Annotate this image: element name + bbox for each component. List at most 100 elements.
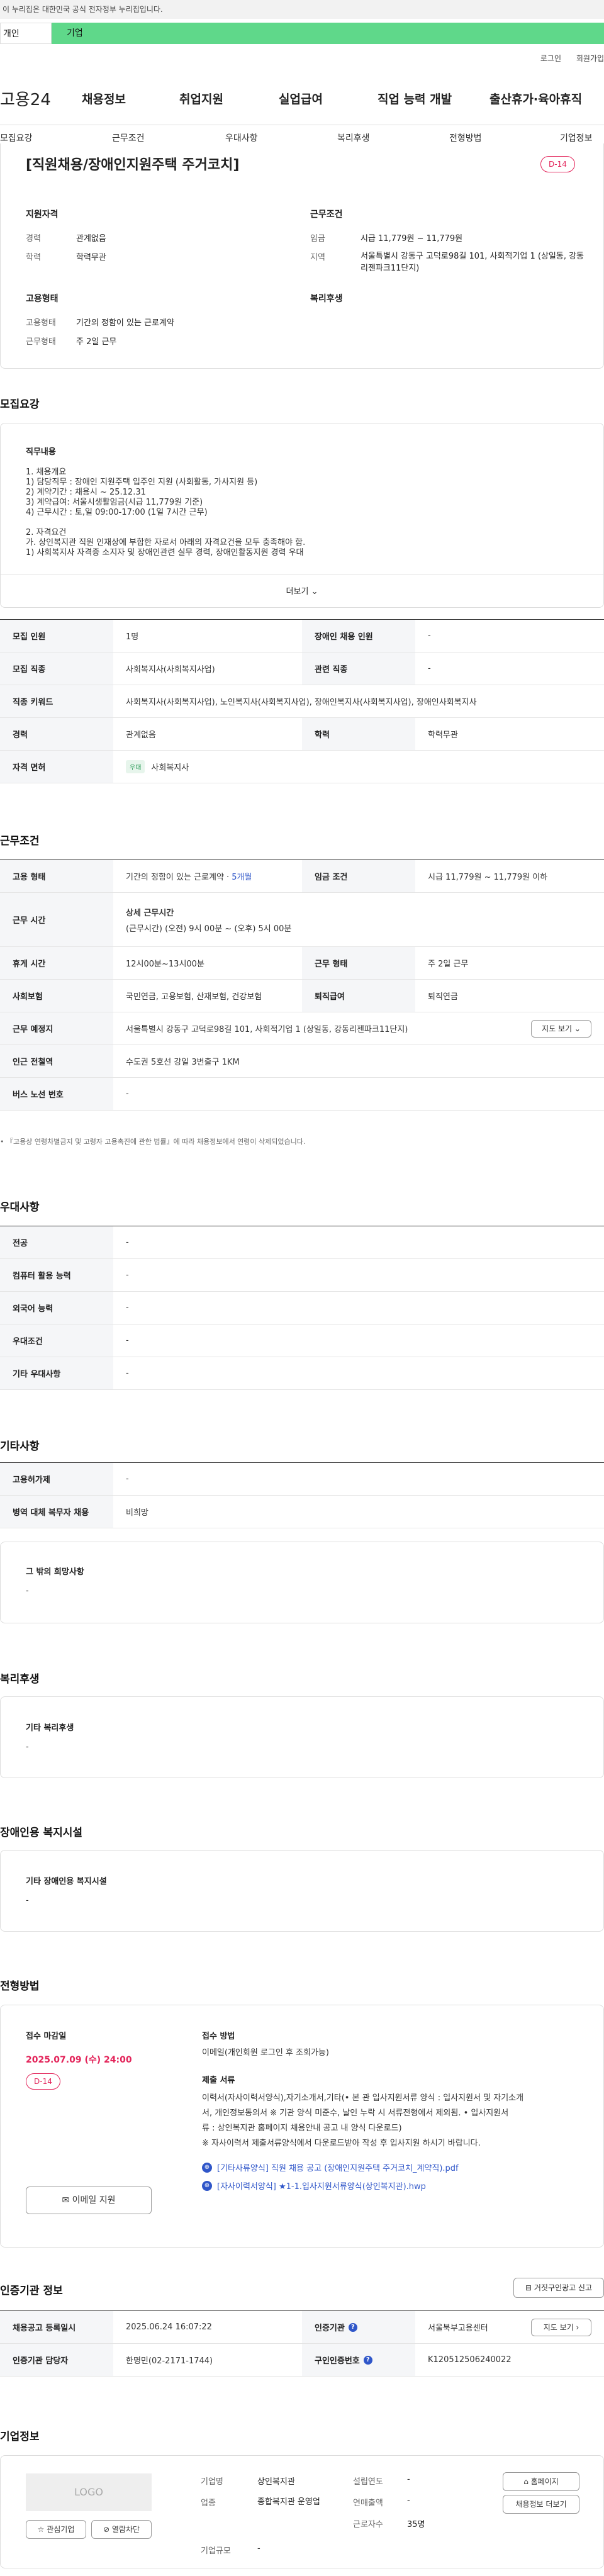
duty-text: 1. 채용개요 1) 담당직무 : 장애인 지원주택 입주인 지원 (사회활동,… bbox=[26, 468, 305, 558]
more-label: 더보기 bbox=[286, 587, 309, 596]
star-icon: ☆ bbox=[37, 2525, 45, 2534]
util-menu: 로그인 회원가입 bbox=[528, 53, 604, 64]
map-button-label: 지도 보기 bbox=[542, 1024, 573, 1033]
subnav-company[interactable]: 기업정보 bbox=[560, 132, 593, 144]
facility-box: 기타 장애인용 복지시설 - bbox=[0, 1850, 604, 1932]
emp-period: 5개월 bbox=[232, 873, 252, 882]
tab-company[interactable]: 기업 bbox=[52, 23, 604, 44]
edu-value: 학력무관 bbox=[76, 253, 106, 262]
duty-title: 직무내용 bbox=[26, 447, 56, 457]
th-cert-number: 구인인증번호? bbox=[302, 2344, 415, 2376]
table-row: 근무 예정지 서울특별시 강동구 고덕로98길 101, 사회적기업 1 (상일… bbox=[0, 1012, 604, 1045]
block-view-button[interactable]: ⊘ 열람차단 bbox=[91, 2520, 152, 2539]
signup-link[interactable]: 회원가입 bbox=[576, 54, 604, 63]
td-computer: - bbox=[126, 1270, 129, 1280]
dday-badge: D-14 bbox=[540, 156, 575, 172]
site-logo[interactable]: 고용24 bbox=[0, 87, 51, 110]
login-link[interactable]: 로그인 bbox=[540, 54, 561, 63]
duty-line: 1) 담당직무 : 장애인 지원주택 입주인 지원 (사회활동, 가사지원 등) bbox=[26, 478, 258, 487]
info-icon[interactable]: ? bbox=[348, 2322, 357, 2332]
report-fake-ad-button[interactable]: ⊟ 거짓구인광고 신고 bbox=[513, 2278, 604, 2298]
subnav-conditions[interactable]: 근무조건 bbox=[112, 132, 145, 144]
deadline-label: 접수 마감일 bbox=[26, 2032, 67, 2041]
info-icon[interactable]: ? bbox=[363, 2355, 372, 2365]
gnb-item-leave[interactable]: 출산휴가·육아휴직 bbox=[489, 90, 582, 107]
career-label: 경력 bbox=[26, 234, 41, 244]
email-apply-button[interactable]: ✉ 이메일 지원 bbox=[26, 2187, 152, 2214]
duty-line: 3) 계약급여: 서울시생활임금(시급 11,779원 기준) bbox=[26, 498, 203, 507]
recruit-table: 모집 인원 1명 장애인 채용 인원 - 모집 직종 사회복지사(사회복지사업)… bbox=[0, 619, 604, 783]
homepage-button[interactable]: ⌂ 홈페이지 bbox=[503, 2472, 579, 2491]
td-other-pref: - bbox=[126, 1369, 129, 1378]
company-heading: 기업정보 bbox=[0, 2431, 40, 2443]
docs-text: 이력서(자사이력서양식),자기소개서,기타(• 본 관 입사지원서류 양식 : … bbox=[202, 2091, 579, 2151]
table-row: 모집 직종 사회복지사(사회복지사업) 관련 직종 - bbox=[0, 652, 604, 685]
gnb-item-jobs[interactable]: 채용정보 bbox=[82, 90, 126, 107]
favorite-company-button[interactable]: ☆ 관심기업 bbox=[26, 2520, 86, 2539]
sales-value: - bbox=[407, 2496, 410, 2506]
subnav-welfare[interactable]: 복리후생 bbox=[337, 132, 370, 144]
favorite-label: 관심기업 bbox=[47, 2525, 75, 2534]
td-cert-number: K120512506240022 bbox=[428, 2355, 512, 2365]
gnb-item-training[interactable]: 직업 능력 개발 bbox=[378, 90, 452, 107]
td-military: 비희망 bbox=[126, 1508, 148, 1518]
table-row: 버스 노선 번호 - bbox=[0, 1078, 604, 1111]
company-size-label: 기업규모 bbox=[201, 2546, 231, 2556]
th-keyword: 직종 키워드 bbox=[0, 685, 113, 717]
age-notice-text: 『고용상 연령차별금지 및 고령자 고용촉진에 관한 법률』에 따라 채용정보에… bbox=[6, 1138, 306, 1146]
etc-table: 고용허가제 - 병역 대체 복무자 채용 비희망 bbox=[0, 1462, 604, 1528]
attachment-link[interactable]: ⊕ [자사이력서양식] ★1-1.입사지원서류양식(상인복지관).hwp bbox=[202, 2180, 459, 2192]
email-apply-label: 이메일 지원 bbox=[72, 2195, 116, 2205]
etc-box-value: - bbox=[26, 1586, 29, 1596]
method-value: 이메일(개인회원 로그인 후 조회가능) bbox=[202, 2048, 329, 2058]
age-notice: • 『고용상 연령차별금지 및 고령자 고용촉진에 관한 법률』에 따라 채용정… bbox=[0, 1136, 305, 1146]
tab-personal[interactable]: 개인 bbox=[0, 23, 52, 44]
gnb-item-support[interactable]: 취업지원 bbox=[179, 90, 223, 107]
table-row: 고용허가제 - bbox=[0, 1463, 604, 1496]
duty-line: 4) 근무시간 : 토,일 09:00-17:00 (1일 7시간 근무) bbox=[26, 508, 208, 517]
preference-table: 전공 - 컴퓨터 활용 능력 - 외국어 능력 - 우대조건 - 기타 우대사항 - bbox=[0, 1226, 604, 1390]
th-computer: 컴퓨터 활용 능력 bbox=[0, 1259, 113, 1291]
more-button[interactable]: 더보기 ⌄ bbox=[1, 574, 603, 608]
duty-line: 2. 자격요건 bbox=[26, 528, 67, 537]
th-wage: 임금 조건 bbox=[302, 860, 415, 892]
page-title: [직원채용/장애인지원주택 주거코치] bbox=[26, 157, 240, 173]
th-edu: 학력 bbox=[302, 718, 415, 750]
table-row: 전공 - bbox=[0, 1226, 604, 1259]
employees-label: 근로자수 bbox=[353, 2520, 383, 2529]
duty-line: 가. 상인복지관 직원 인재상에 부합한 자로서 아래의 자격요건을 모두 충족… bbox=[26, 538, 306, 547]
td-reg-date: 2025.06.24 16:07:22 bbox=[126, 2322, 212, 2332]
conditions-heading: 근무조건 bbox=[0, 835, 40, 848]
table-row: 기타 우대사항 - bbox=[0, 1357, 604, 1390]
th-insurance: 사회보험 bbox=[0, 980, 113, 1012]
apply-heading: 전형방법 bbox=[0, 1980, 40, 1993]
table-row: 사회보험 국민연금, 고용보험, 산재보험, 건강보험 퇴직급여 퇴직연금 bbox=[0, 980, 604, 1012]
work-value: 주 2일 근무 bbox=[76, 337, 117, 347]
attachment-name: [기타사류양식] 직원 채용 공고 (장애인지원주택 주거코치_계약직).pdf bbox=[217, 2164, 459, 2173]
subnav-preference[interactable]: 우대사항 bbox=[225, 132, 258, 144]
map-button[interactable]: 지도 보기 ⌄ bbox=[531, 1020, 591, 1038]
table-row: 경력 관계없음 학력 학력무관 bbox=[0, 718, 604, 751]
table-row: 모집 인원 1명 장애인 채용 인원 - bbox=[0, 620, 604, 652]
edu-label: 학력 bbox=[26, 253, 41, 262]
emp-type-text: 기간의 정함이 있는 근로계약 · bbox=[126, 873, 230, 882]
block-label: 열람차단 bbox=[111, 2525, 140, 2534]
area-value: 서울특별시 강동구 고덕로98길 101, 사회적기업 1 (상일동, 강동리젠… bbox=[361, 252, 584, 273]
table-row: 외국어 능력 - bbox=[0, 1292, 604, 1324]
gnb-item-unemployment[interactable]: 실업급여 bbox=[279, 90, 323, 107]
emp-title: 고용형태 bbox=[26, 294, 59, 304]
cert-table: 채용공고 등록일시 2025.06.24 16:07:22 인증기관? 서울북부… bbox=[0, 2310, 604, 2377]
td-retire: 퇴직연금 bbox=[428, 992, 458, 1002]
td-permit: - bbox=[126, 1474, 129, 1484]
attachment-link[interactable]: ⊕ [기타사류양식] 직원 채용 공고 (장애인지원주택 주거코치_계약직).pd… bbox=[202, 2161, 459, 2173]
table-row: 채용공고 등록일시 2025.06.24 16:07:22 인증기관? 서울북부… bbox=[0, 2311, 604, 2344]
agency-map-button[interactable]: 지도 보기 › bbox=[531, 2319, 591, 2336]
industry-label: 업종 bbox=[201, 2499, 216, 2508]
more-jobs-button[interactable]: 채용정보 더보기 bbox=[503, 2495, 579, 2514]
td-keyword: 사회복지사(사회복지사업), 노인복지사(사회복지사업), 장애인복지사(사회복… bbox=[126, 698, 477, 707]
subnav-recruit[interactable]: 모집요강 bbox=[0, 132, 33, 144]
td-break: 12시00분~13시00분 bbox=[126, 960, 204, 969]
subnav-apply[interactable]: 전형방법 bbox=[449, 132, 482, 144]
td-insurance: 국민연금, 고용보험, 산재보험, 건강보험 bbox=[126, 992, 262, 1002]
th-count: 모집 인원 bbox=[0, 620, 113, 652]
